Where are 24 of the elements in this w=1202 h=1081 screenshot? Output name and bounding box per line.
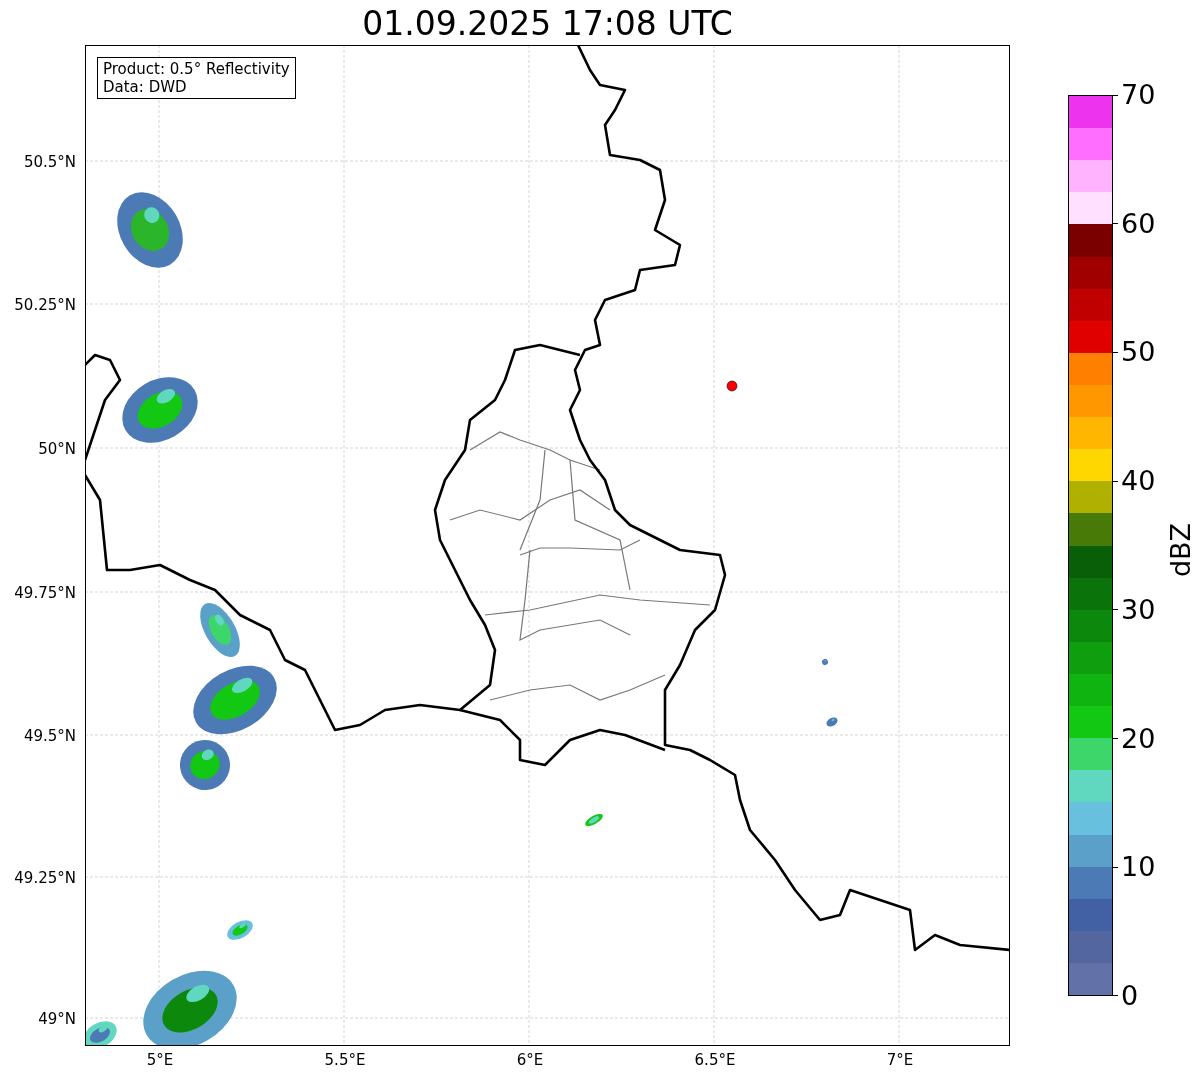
colorbar-tick-label: 40	[1121, 466, 1156, 497]
latitude-label: 49.25°N	[14, 869, 76, 887]
latitude-label: 50°N	[38, 440, 76, 458]
colorbar-tick-label: 0	[1121, 980, 1139, 1011]
longitude-label: 6.5°E	[693, 1051, 737, 1069]
colorbar-tick-label: 50	[1121, 337, 1156, 368]
longitude-label: 5.5°E	[323, 1051, 367, 1069]
chart-title: 01.09.2025 17:08 UTC	[361, 3, 734, 45]
latitude-label: 50.25°N	[14, 296, 76, 314]
colorbar-tick-label: 20	[1121, 723, 1156, 754]
colorbar-axis-label: dBZ	[1166, 522, 1196, 578]
colorbar-tick-label: 70	[1121, 80, 1156, 110]
latitude-label: 49°N	[38, 1010, 76, 1028]
colorbar-tick-label: 30	[1121, 594, 1156, 625]
longitude-label: 6°E	[515, 1051, 545, 1069]
longitude-label: 5°E	[145, 1051, 175, 1069]
info-text: Product: 0.5° Reflectivity	[103, 60, 290, 78]
latitude-label: 49.75°N	[14, 584, 76, 602]
info-text: Data: DWD	[103, 78, 188, 96]
colorbar-tick-label: 10	[1121, 852, 1156, 883]
latitude-label: 49.5°N	[23, 727, 76, 745]
longitude-label: 7°E	[885, 1051, 915, 1069]
colorbar-tick-label: 60	[1121, 208, 1156, 239]
latitude-label: 50.5°N	[23, 153, 76, 171]
